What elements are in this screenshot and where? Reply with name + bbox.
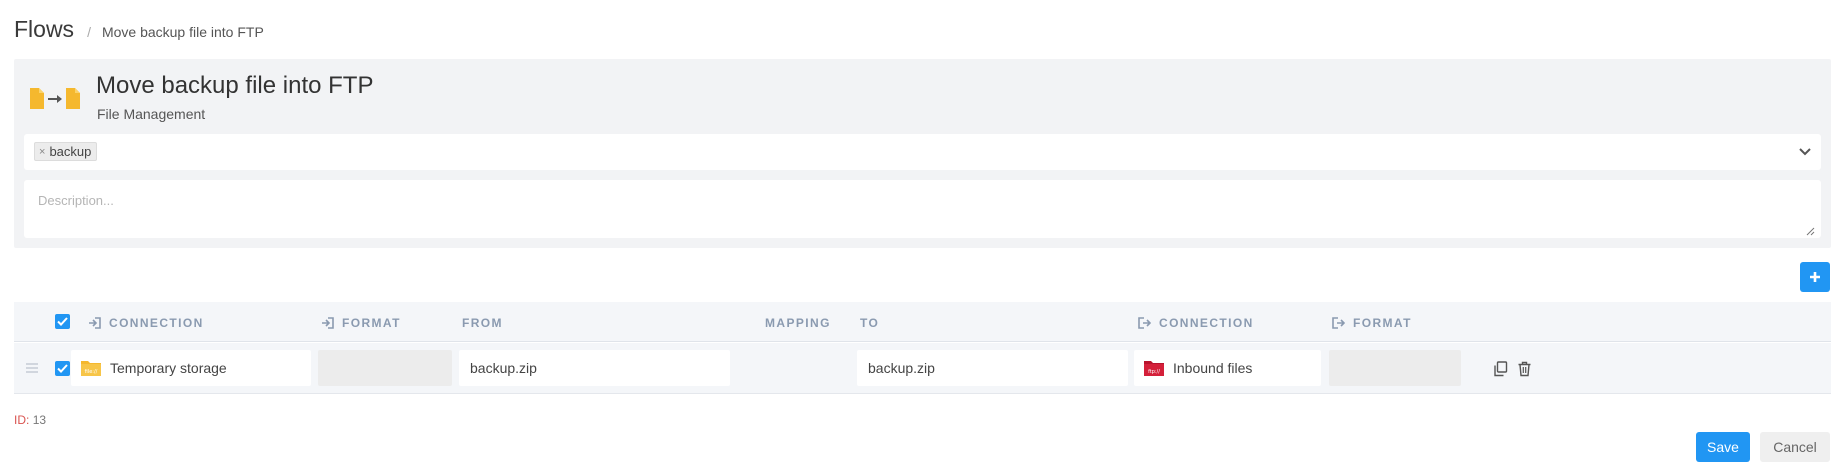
select-all-checkbox[interactable] bbox=[55, 314, 70, 329]
plus-icon bbox=[1810, 272, 1820, 282]
table-row: file:// Temporary storage backup.zip bac… bbox=[14, 343, 1831, 394]
breadcrumb-separator: / bbox=[87, 24, 91, 40]
flow-steps-table: CONNECTION FORMAT FROM MAPPING TO CONNEC… bbox=[14, 302, 1831, 394]
folder-file-icon: file:// bbox=[81, 361, 101, 376]
to-value: backup.zip bbox=[868, 360, 935, 376]
header-from: FROM bbox=[462, 316, 503, 330]
to-input[interactable]: backup.zip bbox=[857, 350, 1128, 386]
header-source-connection: CONNECTION bbox=[88, 316, 204, 330]
resize-handle-icon[interactable] bbox=[1805, 226, 1815, 236]
target-connection-select[interactable]: ftp:// Inbound files bbox=[1134, 350, 1321, 386]
sign-out-icon bbox=[1332, 317, 1345, 329]
breadcrumb: Flows / Move backup file into FTP bbox=[14, 16, 264, 43]
header-to: TO bbox=[860, 316, 880, 330]
tag-remove-button[interactable]: × bbox=[39, 146, 45, 158]
flow-id: ID: 13 bbox=[14, 413, 47, 427]
trash-icon[interactable] bbox=[1517, 361, 1532, 377]
source-connection-label: Temporary storage bbox=[110, 360, 227, 376]
copy-icon[interactable] bbox=[1493, 361, 1508, 377]
description-input[interactable] bbox=[24, 180, 1821, 238]
save-button[interactable]: Save bbox=[1696, 432, 1750, 462]
header-target-connection: CONNECTION bbox=[1138, 316, 1254, 330]
row-checkbox[interactable] bbox=[55, 361, 70, 376]
file-transfer-icon bbox=[30, 88, 80, 109]
tag-backup: × backup bbox=[34, 142, 98, 161]
header-source-format: FORMAT bbox=[321, 316, 401, 330]
sign-in-icon bbox=[89, 317, 101, 329]
target-format-select[interactable] bbox=[1329, 350, 1461, 386]
tags-select[interactable]: × backup bbox=[24, 134, 1821, 170]
from-input[interactable]: backup.zip bbox=[459, 350, 730, 386]
chevron-down-icon[interactable] bbox=[1797, 144, 1813, 160]
sign-out-icon bbox=[1138, 317, 1151, 329]
svg-text:ftp://: ftp:// bbox=[1148, 369, 1160, 375]
flow-title: Move backup file into FTP bbox=[96, 72, 374, 99]
sign-in-icon bbox=[322, 317, 334, 329]
breadcrumb-current: Move backup file into FTP bbox=[101, 24, 264, 40]
from-value: backup.zip bbox=[470, 360, 537, 376]
header-target-format: FORMAT bbox=[1332, 316, 1412, 330]
target-connection-label: Inbound files bbox=[1173, 360, 1253, 376]
source-format-select[interactable] bbox=[318, 350, 452, 386]
svg-text:file://: file:// bbox=[85, 369, 98, 375]
table-header: CONNECTION FORMAT FROM MAPPING TO CONNEC… bbox=[14, 302, 1831, 342]
tag-label: backup bbox=[49, 144, 92, 159]
folder-ftp-icon: ftp:// bbox=[1144, 361, 1164, 376]
cancel-button[interactable]: Cancel bbox=[1760, 432, 1830, 462]
add-row-button[interactable] bbox=[1800, 262, 1830, 292]
flow-category: File Management bbox=[97, 106, 206, 122]
flow-header-panel: Move backup file into FTP File Managemen… bbox=[14, 59, 1831, 248]
drag-handle-icon[interactable] bbox=[26, 363, 38, 373]
source-connection-select[interactable]: file:// Temporary storage bbox=[71, 350, 311, 386]
check-icon bbox=[57, 364, 68, 373]
check-icon bbox=[57, 317, 68, 326]
header-mapping: MAPPING bbox=[765, 316, 831, 330]
breadcrumb-root[interactable]: Flows bbox=[14, 16, 74, 43]
